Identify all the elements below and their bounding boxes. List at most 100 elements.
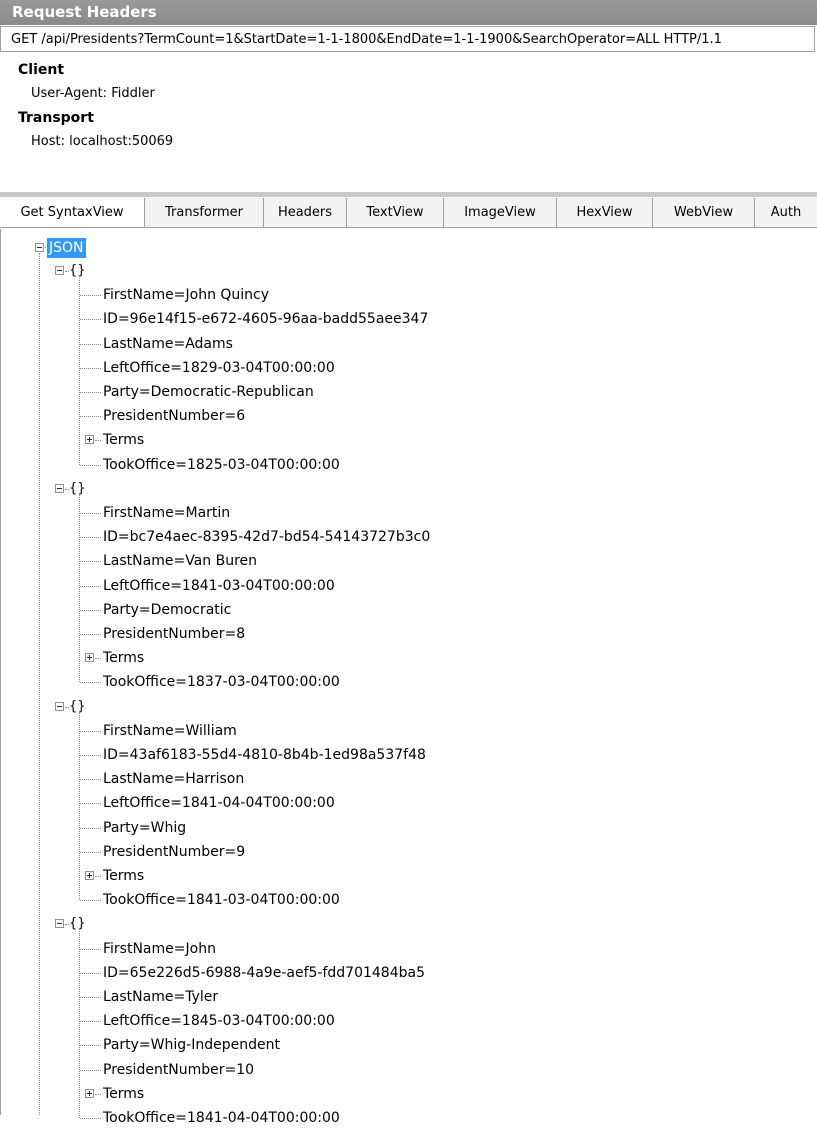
object-node[interactable]: {} <box>69 696 86 718</box>
collapse-object-icon[interactable] <box>55 266 64 275</box>
user-agent-header[interactable]: User-Agent: Fiddler <box>0 82 817 106</box>
property-node[interactable]: LeftOffice=1829-03-04T00:00:00 <box>103 357 335 379</box>
expand-terms-icon[interactable] <box>85 871 94 880</box>
property-node[interactable]: Party=Whig <box>103 817 186 839</box>
transport-section-title[interactable]: Transport <box>0 106 817 130</box>
property-node[interactable]: FirstName=Martin <box>103 502 230 524</box>
terms-node[interactable]: Terms <box>103 647 144 669</box>
json-tree: JSON {} FirstName=John Quincy ID=96e14f15-… <box>0 229 817 1126</box>
tree-connector <box>95 1093 101 1095</box>
property-node[interactable]: TookOffice=1837-03-04T00:00:00 <box>103 671 340 693</box>
pane-splitter[interactable] <box>0 192 817 197</box>
tree-connector <box>80 585 101 587</box>
tab-transformer[interactable]: Transformer <box>145 198 264 227</box>
property-node[interactable]: LeftOffice=1841-03-04T00:00:00 <box>103 575 335 597</box>
tab-auth[interactable]: Auth <box>755 198 817 227</box>
tree-connector <box>80 537 101 539</box>
tab-get-syntaxview[interactable]: Get SyntaxView <box>0 198 145 227</box>
property-node[interactable]: PresidentNumber=6 <box>103 405 245 427</box>
tree-connector <box>80 730 101 732</box>
property-node[interactable]: LastName=Harrison <box>103 768 244 790</box>
request-headers-title: Request Headers <box>0 0 817 25</box>
tree-connector <box>80 416 101 418</box>
tree-connector <box>95 876 101 877</box>
tab-webview[interactable]: WebView <box>653 198 755 227</box>
host-header[interactable]: Host: localhost:50069 <box>0 130 817 154</box>
transport-section: Transport Host: localhost:50069 <box>0 106 817 154</box>
property-node[interactable]: ID=43af6183-55d4-4810-8b4b-1ed98a537f48 <box>103 744 426 766</box>
property-node[interactable]: Party=Democratic <box>103 599 231 621</box>
tree-connector <box>79 276 80 465</box>
collapse-object-icon[interactable] <box>55 919 64 929</box>
property-node[interactable]: LastName=Adams <box>103 333 233 355</box>
client-section: Client User-Agent: Fiddler <box>0 58 817 106</box>
tree-connector <box>80 900 101 902</box>
tab-textview[interactable]: TextView <box>347 198 444 227</box>
tree-connector <box>80 827 101 829</box>
expand-terms-icon[interactable] <box>85 653 94 663</box>
tree-connector <box>80 997 101 998</box>
tree-connector <box>79 929 80 1118</box>
tree-connector <box>80 392 101 393</box>
terms-node[interactable]: Terms <box>103 429 144 451</box>
tree-connector <box>80 561 101 563</box>
property-node[interactable]: PresidentNumber=10 <box>103 1059 254 1081</box>
collapse-object-icon[interactable] <box>55 483 64 493</box>
tree-connector <box>80 295 101 297</box>
collapse-object-icon[interactable] <box>55 701 64 711</box>
property-node[interactable]: FirstName=John Quincy <box>103 284 269 306</box>
property-node[interactable]: ID=96e14f15-e672-4605-96aa-badd55aee347 <box>103 308 428 330</box>
terms-node[interactable]: Terms <box>103 865 144 887</box>
property-node[interactable]: Party=Whig-Independent <box>103 1034 280 1056</box>
object-node[interactable]: {} <box>69 913 86 935</box>
request-line[interactable]: GET /api/Presidents?TermCount=1&StartDat… <box>0 26 815 52</box>
response-tab-strip: Get SyntaxView Transformer Headers TextV… <box>0 198 817 228</box>
tree-connector <box>80 948 101 950</box>
tab-hexview[interactable]: HexView <box>557 198 653 227</box>
property-node[interactable]: LastName=Tyler <box>103 986 218 1008</box>
tree-root-json[interactable]: JSON <box>47 238 86 258</box>
tree-connector <box>80 1118 101 1119</box>
property-node[interactable]: PresidentNumber=8 <box>103 623 245 645</box>
property-node[interactable]: Party=Democratic-Republican <box>103 381 314 403</box>
tree-connector <box>80 803 101 805</box>
object-node[interactable]: {} <box>69 260 86 282</box>
property-node[interactable]: LastName=Van Buren <box>103 550 257 572</box>
tab-imageview[interactable]: ImageView <box>444 198 557 227</box>
property-node[interactable]: TookOffice=1825-03-04T00:00:00 <box>103 454 340 476</box>
tree-connector <box>80 464 101 466</box>
tree-connector <box>79 711 80 901</box>
tab-headers[interactable]: Headers <box>264 198 347 227</box>
property-node[interactable]: FirstName=John <box>103 938 216 960</box>
collapse-root-icon[interactable] <box>35 243 44 252</box>
tree-connector <box>95 658 101 660</box>
tree-connector <box>80 851 101 853</box>
tree-connector <box>80 779 101 781</box>
tree-connector <box>80 634 101 635</box>
property-node[interactable]: FirstName=William <box>103 720 237 742</box>
tree-connector <box>80 755 101 756</box>
expand-terms-icon[interactable] <box>85 435 94 445</box>
object-node[interactable]: {} <box>69 478 86 500</box>
property-node[interactable]: TookOffice=1841-04-04T00:00:00 <box>103 1107 340 1129</box>
terms-node[interactable]: Terms <box>103 1083 144 1105</box>
tree-connector <box>80 1045 101 1047</box>
tree-connector <box>80 319 101 321</box>
property-node[interactable]: ID=bc7e4aec-8395-42d7-bd54-54143727b3c0 <box>103 526 430 548</box>
tree-connector <box>80 609 101 611</box>
property-node[interactable]: PresidentNumber=9 <box>103 841 245 863</box>
property-node[interactable]: ID=65e226d5-6988-4a9e-aef5-fdd701484ba5 <box>103 962 425 984</box>
tree-connector <box>80 513 101 514</box>
expand-terms-icon[interactable] <box>85 1088 94 1098</box>
property-node[interactable]: TookOffice=1841-03-04T00:00:00 <box>103 889 340 911</box>
property-node[interactable]: LeftOffice=1845-03-04T00:00:00 <box>103 1010 335 1032</box>
client-section-title[interactable]: Client <box>0 58 817 82</box>
tree-connector <box>80 972 101 974</box>
tree-connector <box>80 1069 101 1071</box>
tree-connector <box>80 1021 101 1023</box>
property-node[interactable]: LeftOffice=1841-04-04T00:00:00 <box>103 792 335 814</box>
tree-connector <box>80 367 101 369</box>
tree-connector <box>80 343 101 345</box>
tree-connector <box>95 440 101 442</box>
tree-connector <box>80 682 101 684</box>
